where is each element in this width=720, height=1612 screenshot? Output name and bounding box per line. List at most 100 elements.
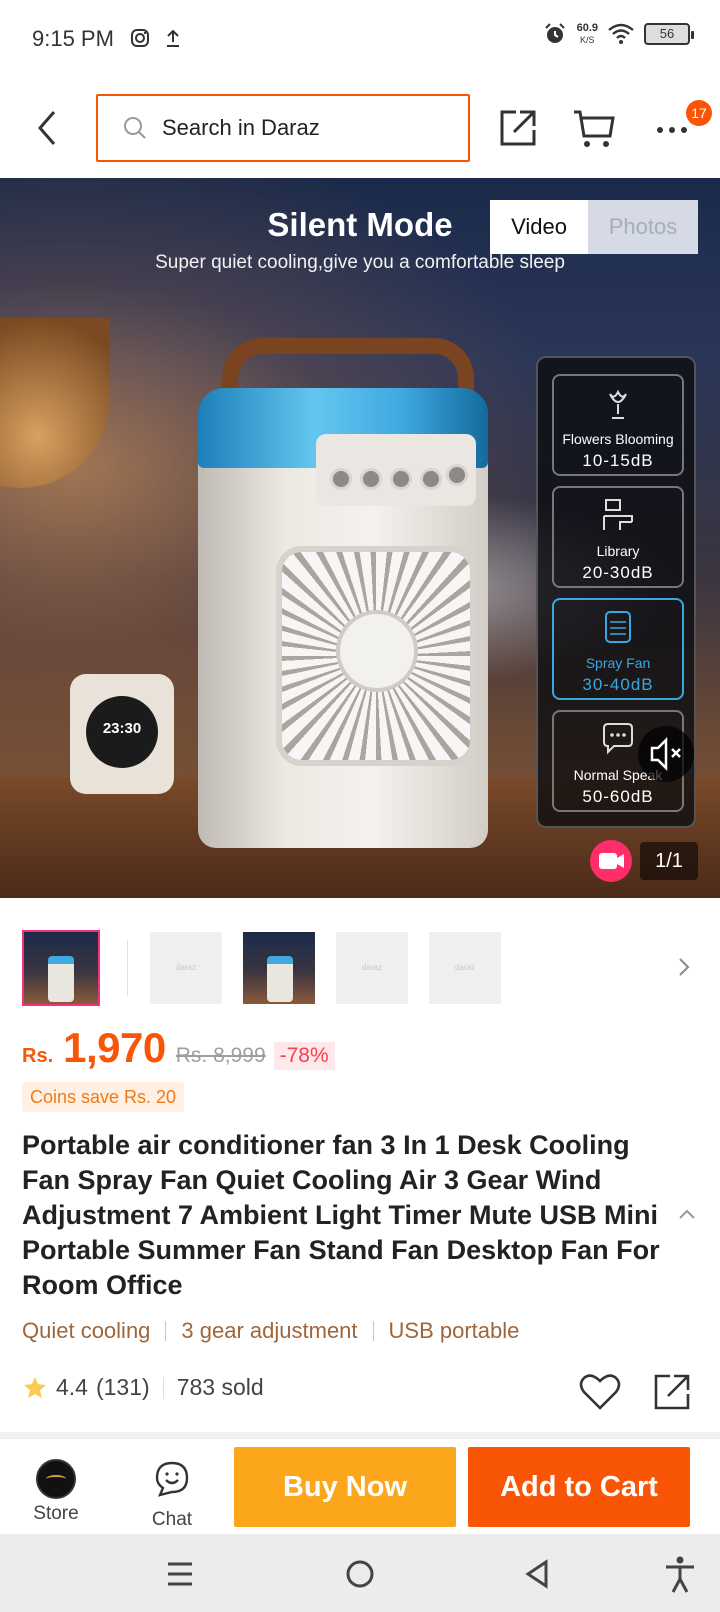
mode-name: Spray Fan <box>585 655 651 671</box>
mute-icon[interactable] <box>638 726 694 782</box>
chat-bubble-icon <box>603 723 633 755</box>
thumbnail[interactable] <box>22 930 100 1006</box>
feature-tag: Quiet cooling <box>22 1318 151 1343</box>
fan-knob <box>360 468 382 490</box>
action-bar: Store Chat Buy Now Add to Cart <box>0 1438 720 1534</box>
chevron-up-icon[interactable] <box>676 1206 698 1222</box>
wifi-icon <box>608 23 634 44</box>
store-button[interactable]: Store <box>16 1447 96 1525</box>
product-media[interactable]: 23:30 Silent Mode Super quiet cooling,gi… <box>0 178 720 898</box>
coins-save-badge: Coins save Rs. 20 <box>22 1082 185 1112</box>
status-left-icons <box>130 28 182 48</box>
rating-row[interactable]: 4.4 (131) 783 sold <box>22 1374 264 1401</box>
battery-indicator: 56 <box>644 23 694 45</box>
system-nav-bar <box>0 1534 720 1612</box>
back-nav-icon[interactable] <box>516 1552 560 1596</box>
status-right: 60.9 K/S 56 <box>543 22 694 46</box>
thumbnail-image <box>24 932 98 1004</box>
status-bar: 9:15 PM 60.9 K/S 56 <box>0 0 720 80</box>
share-icon[interactable] <box>494 104 542 152</box>
thumbnail-placeholder: daraz <box>361 963 382 972</box>
sold-count: 783 sold <box>176 1374 264 1400</box>
search-input[interactable]: Search in Daraz <box>96 94 470 162</box>
price-row: Rs. 1,970 Rs. 8,999 -78% <box>22 1024 702 1080</box>
accessibility-icon[interactable] <box>658 1552 702 1596</box>
mode-name: Library <box>596 543 640 559</box>
fan-knob <box>330 468 352 490</box>
header: Search in Daraz 17 <box>0 80 720 178</box>
original-price: Rs. 8,999 <box>175 1044 266 1067</box>
chat-label: Chat <box>151 1509 193 1530</box>
current-price: 1,970 <box>63 1024 166 1071</box>
chat-icon <box>155 1461 189 1497</box>
flower-icon <box>609 389 627 419</box>
mode-card: Flowers Blooming 10-15dB <box>552 374 684 476</box>
store-logo-icon <box>36 1459 76 1499</box>
desk-clock: 23:30 <box>70 674 174 794</box>
net-speed-unit: K/S <box>580 35 595 45</box>
rating-divider <box>162 1376 164 1399</box>
chevron-right-icon[interactable] <box>674 954 694 980</box>
add-to-cart-button[interactable]: Add to Cart <box>468 1447 690 1527</box>
upload-icon <box>167 29 179 47</box>
thumbnail-placeholder: daraz <box>454 963 475 972</box>
thumbnail[interactable] <box>243 932 315 1004</box>
thumbnail-strip: daraz daraz daraz <box>0 928 720 1008</box>
review-count: (131) <box>95 1374 150 1400</box>
thumbnail-image <box>243 932 315 1004</box>
tab-video[interactable]: Video <box>490 200 588 254</box>
mode-db: 30-40dB <box>582 675 654 694</box>
clock-face: 23:30 <box>86 696 158 768</box>
chat-button[interactable]: Chat <box>132 1447 212 1531</box>
menu-icon[interactable] <box>158 1552 202 1596</box>
share-icon[interactable] <box>650 1370 694 1414</box>
thumbnail[interactable]: daraz <box>150 932 222 1004</box>
star-icon <box>24 1376 46 1398</box>
heart-icon[interactable] <box>578 1370 622 1412</box>
search-icon <box>124 117 146 139</box>
fan-control-panel <box>316 434 476 506</box>
store-label: Store <box>33 1503 79 1524</box>
thumbnail-placeholder: daraz <box>175 963 196 972</box>
home-icon[interactable] <box>338 1552 382 1596</box>
mode-db: 50-60dB <box>582 787 654 806</box>
mode-db: 10-15dB <box>582 451 654 470</box>
thumbnail[interactable]: daraz <box>336 932 408 1004</box>
back-icon[interactable] <box>28 106 68 150</box>
feature-tag: 3 gear adjustment <box>181 1318 358 1343</box>
mode-card: Spray Fan 30-40dB <box>552 598 684 700</box>
image-counter: 1/1 <box>640 842 698 880</box>
thumbnail[interactable]: daraz <box>429 932 501 1004</box>
fan-knob <box>420 468 442 490</box>
tab-photos[interactable]: Photos <box>588 200 698 254</box>
instagram-icon <box>131 29 149 47</box>
search-placeholder: Search in Daraz <box>162 115 320 140</box>
rating-value: 4.4 <box>56 1374 88 1400</box>
fan-knob <box>446 464 468 486</box>
media-toggle: Video Photos <box>490 200 698 254</box>
fan-hub <box>336 610 418 692</box>
product-title: Portable air conditioner fan 3 In 1 Desk… <box>22 1130 660 1300</box>
spray-fan-icon <box>605 611 631 643</box>
buy-now-button[interactable]: Buy Now <box>234 1447 456 1527</box>
feature-tags: Quiet cooling 3 gear adjustment USB port… <box>22 1318 519 1344</box>
mode-card: Library 20-30dB <box>552 486 684 588</box>
net-speed: 60.9 K/S <box>577 22 598 46</box>
alarm-icon <box>544 23 565 43</box>
price-currency: Rs. <box>22 1045 54 1067</box>
video-icon[interactable] <box>590 840 632 882</box>
thumbnail-divider <box>127 940 128 996</box>
library-icon <box>603 499 633 530</box>
mode-name: Flowers Blooming <box>562 431 674 447</box>
cart-badge: 17 <box>686 100 712 126</box>
net-speed-value: 60.9 <box>576 22 598 34</box>
tag-divider <box>165 1321 167 1341</box>
hero-subtitle: Super quiet cooling,give you a comfortab… <box>155 252 565 273</box>
mode-db: 20-30dB <box>582 563 654 582</box>
fan-knob <box>390 468 412 490</box>
cart-icon[interactable] <box>570 104 618 152</box>
tag-divider <box>372 1321 374 1341</box>
feature-tag: USB portable <box>388 1318 520 1343</box>
status-time: 9:15 PM <box>32 26 114 51</box>
discount-badge: -78% <box>273 1042 335 1070</box>
